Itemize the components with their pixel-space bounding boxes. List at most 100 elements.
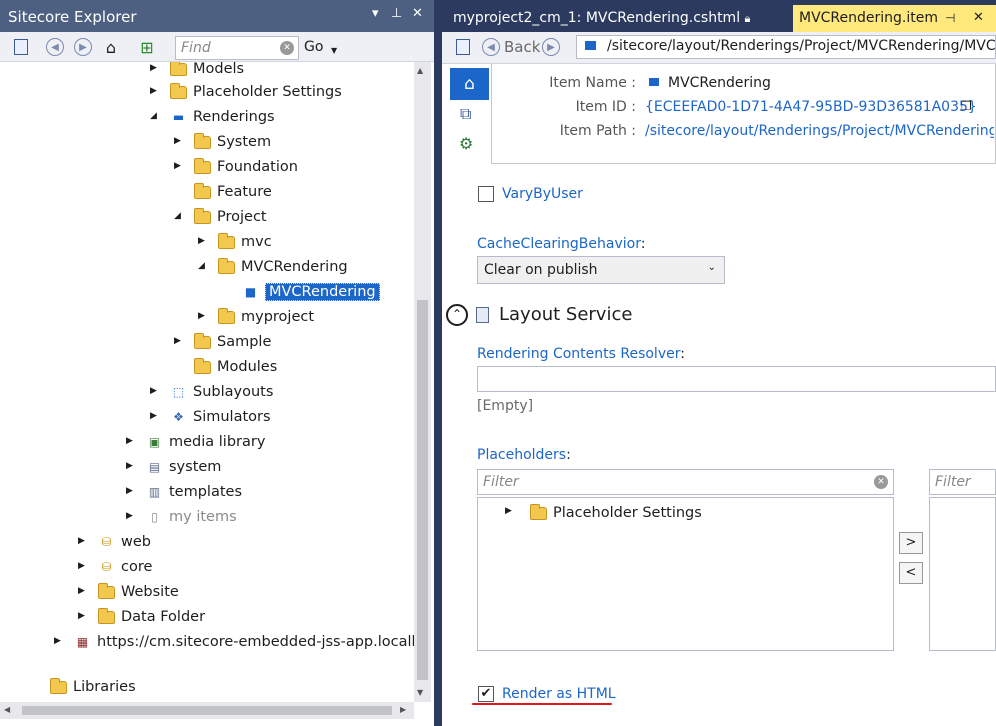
expand-arrow-icon[interactable]: ▶ [78, 586, 85, 596]
tree-node[interactable]: ⬚ Sublayouts [170, 381, 274, 403]
back-label[interactable]: Back [504, 38, 540, 56]
cache-clearing-select[interactable]: Clear on publish ⌄ [477, 256, 725, 284]
item-path-value[interactable]: /sitecore/layout/Renderings/Project/MVCR… [645, 123, 994, 139]
item-path-bar[interactable]: /sitecore/layout/Renderings/Project/MVCR… [576, 35, 996, 59]
tree-node[interactable]: Project [194, 206, 267, 228]
collapse-arrow-icon[interactable]: ◢ [198, 261, 205, 271]
vertical-scroll-thumb[interactable] [417, 300, 428, 680]
pin-icon[interactable]: ⊥ [391, 6, 402, 21]
scroll-right-icon[interactable]: ▶ [400, 705, 406, 714]
scroll-down-icon[interactable]: ▼ [417, 688, 423, 697]
render-as-html-label[interactable]: Render as HTML [502, 686, 616, 702]
tree-node[interactable]: Modules [194, 356, 277, 378]
tree-node[interactable]: ▦ https://cm.sitecore-embedded-jss-app.lo… [74, 631, 414, 653]
tree-node[interactable]: ■ MVCRendering [242, 281, 380, 303]
collapse-arrow-icon[interactable]: ◢ [174, 211, 181, 221]
resolver-input[interactable] [477, 366, 996, 392]
dropdown-icon[interactable]: ▾ [372, 6, 379, 21]
tab-item[interactable]: MVCRendering.item ⊣ ✕ [793, 5, 996, 32]
selected-filter-input[interactable]: Filter [929, 469, 996, 495]
tree-node[interactable]: ▬ Renderings [170, 106, 275, 128]
tree-node[interactable]: System [194, 131, 271, 153]
expand-arrow-icon[interactable]: ▶ [505, 506, 512, 516]
tree-node[interactable]: Feature [194, 181, 272, 203]
item-path-label: Item Path : [559, 123, 636, 139]
expand-arrow-icon[interactable]: ▶ [150, 411, 157, 421]
placeholder-settings-node[interactable]: Placeholder Settings [530, 503, 702, 521]
scroll-up-icon[interactable]: ▲ [417, 66, 423, 75]
tree-node[interactable]: Sample [194, 331, 271, 353]
horizontal-scroll-thumb[interactable] [22, 706, 392, 715]
expand-arrow-icon[interactable]: ▶ [126, 486, 133, 496]
expand-arrow-icon[interactable]: ▶ [198, 311, 205, 321]
tree-node[interactable]: ▯ my items [146, 506, 236, 528]
pin-icon[interactable]: ⊣ [945, 11, 955, 25]
tree-node[interactable]: Placeholder Settings [170, 81, 342, 103]
expand-arrow-icon[interactable]: ▶ [78, 536, 85, 546]
back-button[interactable]: ◀ [480, 36, 502, 58]
properties-button[interactable] [452, 36, 474, 58]
links-icon[interactable]: ⚙ [459, 134, 473, 153]
clear-icon[interactable]: ✕ [874, 475, 888, 489]
tab-cshtml[interactable]: myproject2_cm_1: MVCRendering.cshtml 🔒︎ [447, 5, 756, 32]
tree-node[interactable]: myproject [218, 306, 314, 328]
tree-node[interactable]: Foundation [194, 156, 298, 178]
tree-node[interactable]: ▤ system [146, 456, 222, 478]
varybyuser-checkbox[interactable] [478, 186, 494, 202]
expand-arrow-icon[interactable]: ▶ [126, 436, 133, 446]
item-id-label: Item ID : [575, 99, 636, 115]
go-dropdown-icon[interactable]: ▼ [331, 46, 337, 55]
expand-arrow-icon[interactable]: ▶ [174, 161, 181, 171]
tree-node[interactable]: Website [98, 581, 179, 603]
tree-node[interactable]: ⛁ web [98, 531, 151, 553]
expand-arrow-icon[interactable]: ▶ [150, 386, 157, 396]
expand-arrow-icon[interactable]: ▶ [174, 136, 181, 146]
expand-arrow-icon[interactable]: ▶ [78, 611, 85, 621]
forward-button[interactable]: ▶ [72, 36, 94, 58]
tree-node[interactable]: mvc [218, 231, 272, 253]
tree-node-label: templates [169, 484, 243, 500]
tree-node[interactable]: ⛁ core [98, 556, 152, 578]
expand-arrow-icon[interactable]: ▶ [198, 236, 205, 246]
home-icon[interactable]: ⌂ [450, 68, 489, 100]
varybyuser-label[interactable]: VaryByUser [502, 186, 583, 202]
forward-arrow-icon: ▶ [542, 38, 560, 56]
close-icon[interactable]: ✕ [973, 10, 984, 25]
placeholders-filter-input[interactable]: Filter ✕ [477, 469, 894, 495]
item-id-value[interactable]: {ECEEFAD0-1D71-4A47-95BD-93D36581A035} [645, 99, 977, 115]
tree-node-label: MVCRendering [241, 259, 348, 275]
collapse-arrow-icon[interactable]: ◢ [150, 111, 157, 121]
collapse-section-icon[interactable]: ⌃ [446, 304, 468, 326]
find-placeholder: Find [181, 40, 211, 56]
expand-arrow-icon[interactable]: ▶ [150, 86, 157, 96]
back-button[interactable]: ◀ [44, 36, 66, 58]
add-placeholder-button[interactable]: > [899, 532, 923, 554]
tree-node[interactable]: ▣ media library [146, 431, 266, 453]
add-item-button[interactable]: ⊞ [136, 36, 158, 58]
expand-arrow-icon[interactable]: ▶ [78, 561, 85, 571]
layout-details-icon[interactable]: ⧉ [460, 104, 471, 124]
placeholders-selected-list[interactable] [929, 497, 996, 651]
tree-node[interactable]: ❖ Simulators [170, 406, 270, 428]
remove-placeholder-button[interactable]: < [899, 562, 923, 584]
properties-button[interactable] [10, 36, 32, 58]
expand-arrow-icon[interactable]: ▶ [174, 336, 181, 346]
tree-node[interactable]: Data Folder [98, 606, 205, 628]
close-icon[interactable]: ✕ [412, 6, 423, 21]
tree-node[interactable]: MVCRendering [218, 256, 348, 278]
home-button[interactable]: ⌂ [100, 36, 122, 58]
tree-node[interactable]: Libraries [50, 676, 136, 698]
scroll-left-icon[interactable]: ◀ [4, 705, 10, 714]
expand-arrow-icon[interactable]: ▶ [54, 636, 61, 646]
forward-button[interactable]: ▶ [540, 36, 562, 58]
find-input[interactable]: Find ✕ [175, 36, 299, 60]
expand-arrow-icon[interactable]: ▶ [126, 461, 133, 471]
tree-node[interactable]: ▥ templates [146, 481, 242, 503]
go-button[interactable]: Go [304, 39, 323, 55]
copy-icon[interactable]: ❐ [961, 99, 972, 113]
expand-arrow-icon[interactable]: ▶ [150, 63, 157, 73]
tree-node[interactable]: Models [170, 62, 244, 80]
clear-icon[interactable]: ✕ [280, 41, 294, 55]
expand-arrow-icon[interactable]: ▶ [126, 511, 133, 521]
render-as-html-checkbox[interactable]: ✔ [478, 686, 494, 702]
